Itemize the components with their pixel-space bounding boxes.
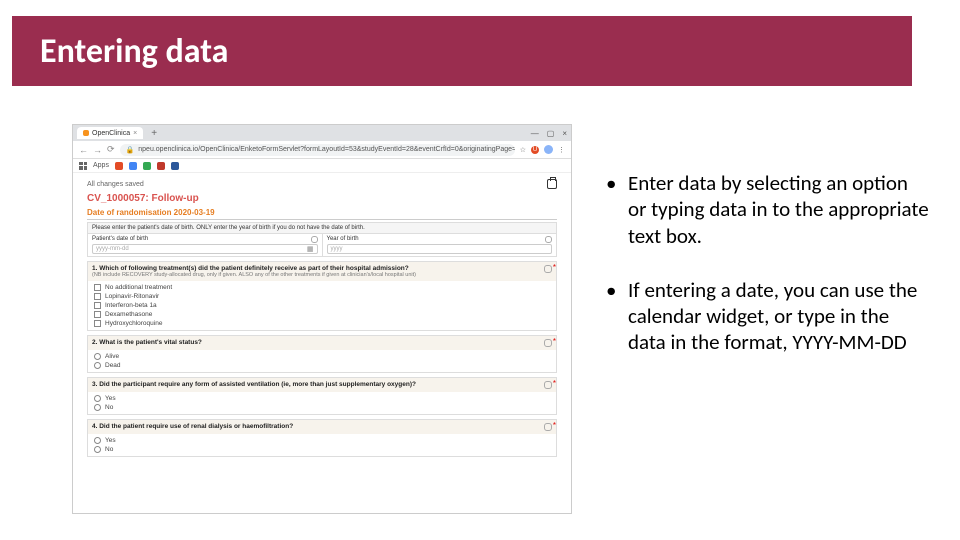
comment-icon[interactable] bbox=[544, 339, 552, 347]
url-text: npeu.openclinica.io/OpenClinica/EnketoFo… bbox=[138, 146, 514, 153]
browser-toolbar: ← → ⟳ 🔒 npeu.openclinica.io/OpenClinica/… bbox=[73, 141, 571, 159]
lock-icon: 🔒 bbox=[126, 146, 135, 154]
close-tab-icon[interactable]: × bbox=[133, 130, 137, 137]
q1-subtext: (NB include RECOVERY study-allocated dru… bbox=[92, 272, 416, 278]
close-window-icon[interactable]: × bbox=[562, 129, 567, 138]
dob-label: Patient's date of birth bbox=[92, 236, 148, 243]
openclinica-favicon-icon bbox=[83, 130, 89, 136]
reload-icon[interactable]: ⟳ bbox=[107, 144, 115, 155]
form-section-title: Date of randomisation 2020-03-19 bbox=[87, 208, 557, 220]
apps-label[interactable]: Apps bbox=[93, 162, 109, 169]
checkbox-icon[interactable] bbox=[94, 284, 101, 291]
checkbox-icon[interactable] bbox=[94, 293, 101, 300]
q1-option[interactable]: No additional treatment bbox=[94, 284, 550, 291]
dob-row: Patient's date of birth yyyy-mm-dd ▦ Yea… bbox=[87, 234, 557, 257]
comment-icon[interactable] bbox=[544, 423, 552, 431]
bookmark-icon[interactable] bbox=[157, 162, 165, 170]
q1-option[interactable]: Interferon-beta 1a bbox=[94, 302, 550, 309]
dob-placeholder: yyyy-mm-dd bbox=[96, 246, 129, 252]
dob-instruction: Please enter the patient's date of birth… bbox=[87, 222, 557, 234]
q4-option[interactable]: Yes bbox=[94, 437, 550, 444]
checkbox-icon[interactable] bbox=[94, 302, 101, 309]
checkbox-icon[interactable] bbox=[94, 320, 101, 327]
question-1: 1. Which of following treatment(s) did t… bbox=[87, 261, 557, 331]
bookmark-icon[interactable] bbox=[129, 162, 137, 170]
yob-input[interactable]: yyyy bbox=[327, 244, 553, 254]
q4-text: 4. Did the patient require use of renal … bbox=[92, 423, 293, 430]
comment-icon[interactable] bbox=[544, 265, 552, 273]
slide-title-banner: Entering data bbox=[12, 16, 912, 86]
extension-badge-icon[interactable]: U bbox=[531, 146, 539, 154]
menu-icon[interactable]: ⋮ bbox=[558, 146, 565, 154]
q2-option[interactable]: Dead bbox=[94, 362, 550, 369]
save-status: All changes saved bbox=[87, 181, 144, 188]
slide-title: Entering data bbox=[40, 31, 228, 72]
bullet-2: If entering a date, you can use the cale… bbox=[600, 277, 930, 356]
radio-icon[interactable] bbox=[94, 446, 101, 453]
calendar-icon[interactable]: ▦ bbox=[307, 245, 314, 253]
form-title: CV_1000057: Follow-up bbox=[87, 193, 557, 204]
q1-text: 1. Which of following treatment(s) did t… bbox=[92, 265, 409, 272]
browser-tab[interactable]: OpenClinica × bbox=[77, 127, 143, 139]
q4-option[interactable]: No bbox=[94, 446, 550, 453]
tab-label: OpenClinica bbox=[92, 130, 130, 137]
bookmark-icon[interactable] bbox=[143, 162, 151, 170]
profile-icon[interactable] bbox=[544, 145, 553, 154]
radio-icon[interactable] bbox=[94, 437, 101, 444]
yob-placeholder: yyyy bbox=[331, 246, 343, 252]
comment-icon[interactable] bbox=[311, 236, 318, 243]
print-icon[interactable] bbox=[547, 179, 557, 189]
radio-icon[interactable] bbox=[94, 353, 101, 360]
radio-icon[interactable] bbox=[94, 404, 101, 411]
browser-tabstrip: OpenClinica × + — ▢ × bbox=[73, 125, 571, 141]
question-3: 3. Did the participant require any form … bbox=[87, 377, 557, 415]
maximize-icon[interactable]: ▢ bbox=[547, 129, 555, 138]
q3-option[interactable]: No bbox=[94, 404, 550, 411]
q1-option[interactable]: Hydroxychloroquine bbox=[94, 320, 550, 327]
new-tab-button[interactable]: + bbox=[147, 128, 161, 139]
bookmark-icon[interactable] bbox=[115, 162, 123, 170]
yob-label: Year of birth bbox=[327, 236, 359, 243]
comment-icon[interactable] bbox=[545, 236, 552, 243]
question-4: 4. Did the patient require use of renal … bbox=[87, 419, 557, 457]
window-controls: — ▢ × bbox=[531, 129, 567, 138]
comment-icon[interactable] bbox=[544, 381, 552, 389]
question-2: 2. What is the patient's vital status? A… bbox=[87, 335, 557, 373]
radio-icon[interactable] bbox=[94, 395, 101, 402]
q1-option[interactable]: Dexamethasone bbox=[94, 311, 550, 318]
q3-option[interactable]: Yes bbox=[94, 395, 550, 402]
dob-input[interactable]: yyyy-mm-dd ▦ bbox=[92, 244, 318, 254]
page-content: All changes saved CV_1000057: Follow-up … bbox=[73, 173, 571, 513]
forward-icon[interactable]: → bbox=[93, 145, 102, 155]
q2-text: 2. What is the patient's vital status? bbox=[92, 339, 202, 346]
browser-screenshot: OpenClinica × + — ▢ × ← → ⟳ 🔒 npeu.openc… bbox=[72, 124, 572, 514]
q2-option[interactable]: Alive bbox=[94, 353, 550, 360]
radio-icon[interactable] bbox=[94, 362, 101, 369]
address-bar[interactable]: 🔒 npeu.openclinica.io/OpenClinica/Enketo… bbox=[120, 144, 515, 156]
checkbox-icon[interactable] bbox=[94, 311, 101, 318]
q1-option[interactable]: Lopinavir-Ritonavir bbox=[94, 293, 550, 300]
bookmark-icon[interactable] bbox=[171, 162, 179, 170]
slide-bullets: Enter data by selecting an option or typ… bbox=[600, 170, 930, 384]
apps-icon[interactable] bbox=[79, 162, 87, 170]
minimize-icon[interactable]: — bbox=[531, 129, 539, 138]
back-icon[interactable]: ← bbox=[79, 145, 88, 155]
star-icon[interactable]: ☆ bbox=[520, 146, 526, 154]
bookmarks-bar: Apps bbox=[73, 159, 571, 173]
q3-text: 3. Did the participant require any form … bbox=[92, 381, 416, 388]
bullet-1: Enter data by selecting an option or typ… bbox=[600, 170, 930, 249]
